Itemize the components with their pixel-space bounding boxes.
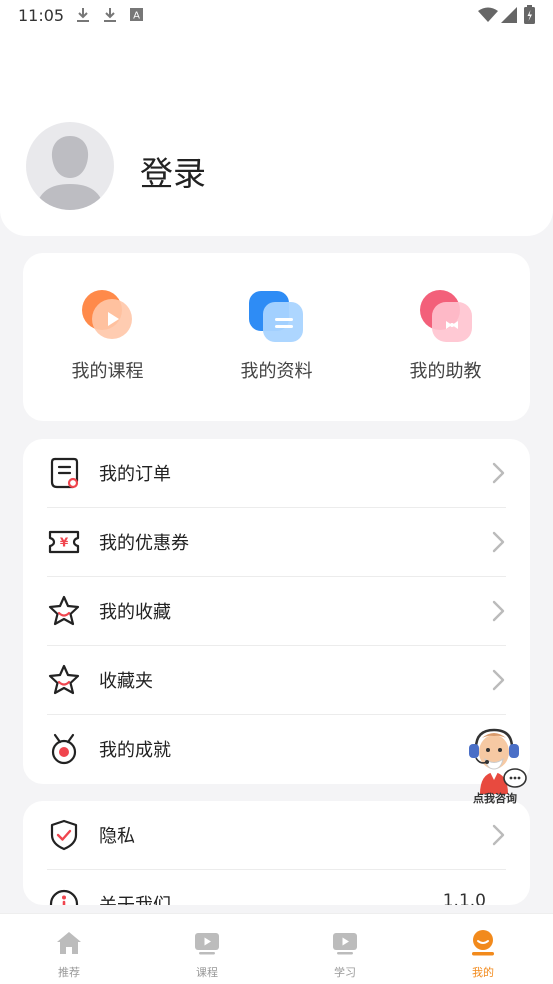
chevron-right-icon <box>492 600 505 622</box>
menu-list-primary: 我的订单 ¥ 我的优惠券 我的收藏 收藏夹 我的成就 <box>23 439 530 784</box>
tab-recommend[interactable]: 推荐 <box>0 914 138 984</box>
battery-icon <box>524 5 535 24</box>
material-doc-icon <box>249 291 303 342</box>
menu-item-my-favorites[interactable]: 我的收藏 <box>23 577 530 646</box>
download-icon <box>104 8 116 22</box>
star-icon <box>48 595 80 626</box>
shield-check-icon <box>50 819 78 851</box>
info-icon <box>49 889 79 905</box>
video-icon <box>333 933 357 955</box>
tab-study[interactable]: 学习 <box>276 914 414 984</box>
quick-action-my-assistant[interactable]: 我的助教 <box>361 253 530 421</box>
tab-label: 学习 <box>334 966 356 979</box>
menu-item-my-coupons[interactable]: ¥ 我的优惠券 <box>23 508 530 577</box>
menu-item-label: 我的收藏 <box>99 602 171 623</box>
menu-item-label: 我的成就 <box>99 740 171 761</box>
coupon-ticket-icon: ¥ <box>48 530 80 554</box>
consult-helper-button[interactable]: 点我咨询 <box>460 724 530 808</box>
quick-action-label: 我的课程 <box>71 361 144 382</box>
font-icon: A <box>130 8 143 21</box>
profile-icon <box>472 930 494 956</box>
tab-label: 推荐 <box>58 966 80 979</box>
consult-helper-label: 点我咨询 <box>473 792 517 805</box>
home-icon <box>57 932 81 954</box>
chevron-right-icon <box>492 531 505 553</box>
chevron-right-icon <box>492 824 505 846</box>
chevron-right-icon <box>492 669 505 691</box>
quick-action-my-courses[interactable]: 我的课程 <box>23 253 192 421</box>
menu-list-secondary: 隐私 关于我们 1.1.0 <box>23 801 530 905</box>
menu-item-label: 收藏夹 <box>99 671 153 692</box>
menu-item-about-us[interactable]: 关于我们 1.1.0 <box>23 870 530 905</box>
status-time: 11:05 <box>18 6 65 25</box>
avatar-placeholder-icon <box>36 136 104 210</box>
order-receipt-icon <box>50 457 79 489</box>
login-link[interactable]: 登录 <box>140 147 206 195</box>
chevron-right-icon <box>492 462 505 484</box>
menu-item-my-achievements[interactable]: 我的成就 <box>23 715 530 784</box>
quick-action-my-materials[interactable]: 我的资料 <box>192 253 361 421</box>
bottom-tab-bar: 推荐 课程 学习 我的 <box>0 913 553 984</box>
mascot-icon <box>469 728 527 794</box>
app-version: 1.1.0 <box>442 891 486 905</box>
tab-label: 课程 <box>196 966 218 979</box>
tab-courses[interactable]: 课程 <box>138 914 276 984</box>
star-icon <box>48 664 80 695</box>
menu-item-my-orders[interactable]: 我的订单 <box>23 439 530 508</box>
quick-action-label: 我的资料 <box>240 361 313 382</box>
video-icon <box>195 933 219 955</box>
status-bar: 11:05 A <box>0 0 553 30</box>
svg-text:A: A <box>133 11 140 22</box>
menu-item-label: 我的订单 <box>99 464 171 485</box>
profile-header: 登录 <box>0 30 553 236</box>
signal-icon <box>501 7 517 23</box>
wifi-icon <box>478 7 498 22</box>
course-play-icon <box>82 290 132 339</box>
avatar[interactable] <box>26 122 114 210</box>
quick-action-label: 我的助教 <box>409 361 482 382</box>
tab-mine[interactable]: 我的 <box>414 914 552 984</box>
menu-item-label: 关于我们 <box>99 891 171 905</box>
menu-item-label: 我的优惠券 <box>99 533 189 554</box>
menu-item-privacy[interactable]: 隐私 <box>23 801 530 870</box>
tab-label: 我的 <box>472 966 494 979</box>
menu-item-label: 隐私 <box>99 826 135 847</box>
menu-item-favorites-folder[interactable]: 收藏夹 <box>23 646 530 715</box>
assistant-chat-icon <box>420 290 472 342</box>
svg-text:¥: ¥ <box>60 536 69 550</box>
quick-actions-card: 我的课程 我的资料 我的助教 <box>23 253 530 421</box>
medal-icon <box>51 733 77 765</box>
download-icon <box>77 8 89 22</box>
